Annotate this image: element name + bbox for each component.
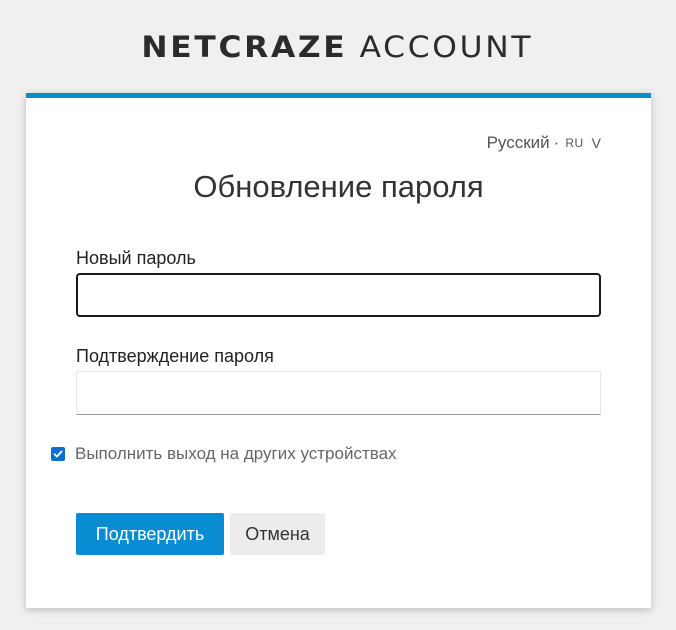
language-selector[interactable]: Русский · RU V — [487, 133, 601, 153]
chevron-down-icon: V — [591, 135, 601, 151]
confirm-password-label: Подтверждение пароля — [76, 346, 274, 366]
confirm-password-input[interactable] — [76, 371, 601, 415]
language-separator: · — [553, 133, 560, 152]
brand-sub: ACCOUNT — [359, 29, 534, 64]
new-password-label: Новый пароль — [76, 248, 196, 268]
language-code: RU — [565, 136, 584, 150]
cancel-button[interactable]: Отмена — [230, 513, 325, 555]
checkmark-icon — [53, 450, 63, 458]
language-label: Русский — [486, 133, 550, 152]
header-logo: NETCRAZE ACCOUNT — [0, 0, 676, 93]
brand-main: NETCRAZE — [141, 29, 348, 64]
logout-other-devices-label: Выполнить выход на других устройствах — [75, 444, 397, 463]
new-password-input[interactable] — [76, 273, 601, 317]
logout-other-devices-checkbox[interactable] — [51, 447, 65, 461]
submit-button[interactable]: Подтвердить — [76, 513, 224, 555]
password-update-card: Русский · RU V Обновление пароля Новый п… — [26, 93, 651, 608]
logout-other-devices-row: Выполнить выход на других устройствах — [51, 444, 397, 464]
page-title: Обновление пароля — [193, 169, 484, 204]
